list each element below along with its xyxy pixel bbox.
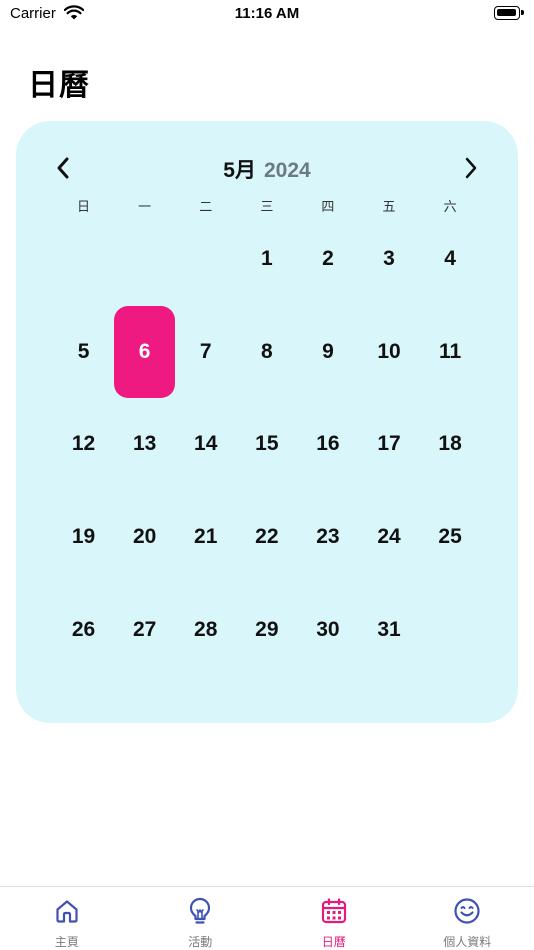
calendar-day[interactable]: 27: [114, 583, 175, 676]
calendar-day-number: 17: [377, 432, 401, 456]
calendar-day[interactable]: 11: [420, 306, 481, 399]
calendar-day-number: 31: [377, 617, 401, 641]
calendar-day[interactable]: 22: [236, 491, 297, 584]
calendar-empty-cell: [175, 213, 236, 306]
calendar-day[interactable]: 15: [236, 398, 297, 491]
calendar-day[interactable]: 30: [297, 583, 358, 676]
calendar-day-number: 10: [377, 339, 401, 363]
calendar-day-number: 4: [444, 247, 456, 271]
page-title: 日曆: [28, 69, 90, 102]
calendar-day[interactable]: 12: [53, 398, 114, 491]
calendar-day-number: 18: [438, 432, 462, 456]
calendar-day-number: 14: [194, 432, 218, 456]
next-month-button[interactable]: [456, 153, 486, 183]
home-icon: [56, 900, 78, 923]
calendar-week-row: 1 2 3 4: [53, 213, 481, 306]
tab-calendar[interactable]: 日曆: [267, 887, 401, 950]
calendar-day[interactable]: 8: [236, 306, 297, 399]
calendar-day[interactable]: 25: [420, 491, 481, 584]
month-label: 5月: [223, 159, 256, 182]
calendar-day[interactable]: 5: [53, 306, 114, 399]
calendar-day[interactable]: 3: [358, 213, 419, 306]
battery-icon: [494, 6, 524, 20]
calendar-empty-cell: [53, 213, 114, 306]
year-label: 2024: [263, 159, 311, 182]
calendar-day-number: 25: [438, 525, 462, 549]
calendar-day[interactable]: 16: [297, 398, 358, 491]
calendar-day-number: 8: [260, 339, 273, 363]
calendar-icon: [321, 898, 346, 924]
calendar-day-number: 28: [194, 617, 218, 641]
calendar-day[interactable]: 18: [420, 398, 481, 491]
tab-label: 主頁: [54, 935, 79, 949]
calendar-empty-cell: [420, 583, 481, 676]
calendar-week-row: 19 20 21 22 23 24 25: [53, 491, 481, 584]
tab-activities[interactable]: 活動: [134, 887, 268, 950]
calendar-day-number: 22: [255, 525, 279, 549]
calendar-day-number: 7: [199, 339, 212, 363]
calendar-day[interactable]: 23: [297, 491, 358, 584]
calendar-header: 5月 2024: [16, 151, 518, 185]
calendar-day-number: 6: [114, 305, 176, 398]
chevron-right-icon: [465, 157, 477, 179]
days-grid: 1 2 3 4 5 6 7 8 9 10 11 12 13 14 15 16 17 18 19 20 21 22 23 24 2…: [53, 213, 481, 676]
calendar-day-number: 11: [439, 339, 462, 363]
calendar-day[interactable]: 21: [175, 491, 236, 584]
tab-profile[interactable]: 個人資料: [401, 887, 534, 950]
calendar-day-number: 19: [71, 525, 96, 549]
calendar-day[interactable]: 2: [297, 213, 358, 306]
tab-label: 活動: [188, 935, 213, 949]
calendar-day-number: 20: [132, 525, 157, 549]
calendar-day[interactable]: 31: [358, 583, 419, 676]
status-bar: Carrier 11:16 AM: [0, 0, 534, 30]
calendar-day[interactable]: 17: [358, 398, 419, 491]
month-year-title: 5月 2024: [16, 154, 518, 184]
bottom-tab-bar: 主頁 活動 日曆 個人資料: [0, 886, 534, 950]
calendar-card: 5月 2024 日 一 二 三 四 五 六 1 2 3 4 5 6 7 8 9 10 11 12 13 14…: [16, 121, 518, 723]
calendar-day[interactable]: 14: [175, 398, 236, 491]
calendar-day[interactable]: 19: [53, 491, 114, 584]
calendar-day-number: 12: [71, 432, 96, 456]
calendar-week-row: 12 13 14 15 16 17 18: [53, 398, 481, 491]
calendar-day-number: 5: [77, 339, 90, 363]
calendar-day[interactable]: 29: [236, 583, 297, 676]
calendar-day[interactable]: 13: [114, 398, 175, 491]
calendar-day-number: 2: [322, 247, 334, 271]
clock-time: 11:16 AM: [234, 5, 300, 22]
calendar-day-number: 24: [377, 525, 401, 549]
calendar-day[interactable]: 1: [236, 213, 297, 306]
calendar-day[interactable]: 10: [358, 306, 419, 399]
calendar-day-number: 13: [132, 432, 157, 456]
tab-label: 日曆: [321, 935, 346, 949]
calendar-day-selected[interactable]: 6: [114, 305, 176, 399]
calendar-day[interactable]: 9: [297, 306, 358, 399]
lightbulb-icon: [190, 897, 211, 924]
calendar-screen: Carrier 11:16 AM 日曆 5月 2024 日 一 二 三 四 五 …: [0, 0, 534, 950]
calendar-day-number: 23: [316, 525, 340, 549]
calendar-day-number: 15: [255, 432, 279, 456]
calendar-day-number: 29: [255, 617, 279, 641]
calendar-day[interactable]: 24: [358, 491, 419, 584]
calendar-day-number: 1: [260, 247, 273, 271]
calendar-day-number: 21: [194, 525, 218, 549]
calendar-day[interactable]: 7: [175, 306, 236, 399]
smiley-icon: [454, 898, 480, 924]
calendar-day[interactable]: 26: [53, 583, 114, 676]
calendar-day-number: 26: [71, 617, 96, 641]
tab-home[interactable]: 主頁: [0, 887, 134, 950]
calendar-day-number: 30: [316, 617, 340, 641]
calendar-day[interactable]: 28: [175, 583, 236, 676]
calendar-day[interactable]: 4: [420, 213, 481, 306]
calendar-week-row: 5 6 7 8 9 10 11: [53, 305, 481, 399]
calendar-day-number: 3: [383, 247, 395, 271]
calendar-empty-cell: [114, 213, 175, 306]
calendar-day-number: 16: [316, 432, 340, 456]
tab-label: 個人資料: [443, 935, 492, 949]
calendar-day-number: 27: [132, 617, 157, 641]
calendar-day-number: 9: [322, 339, 334, 363]
calendar-week-row: 26 27 28 29 30 31: [53, 583, 481, 676]
calendar-day[interactable]: 20: [114, 491, 175, 584]
